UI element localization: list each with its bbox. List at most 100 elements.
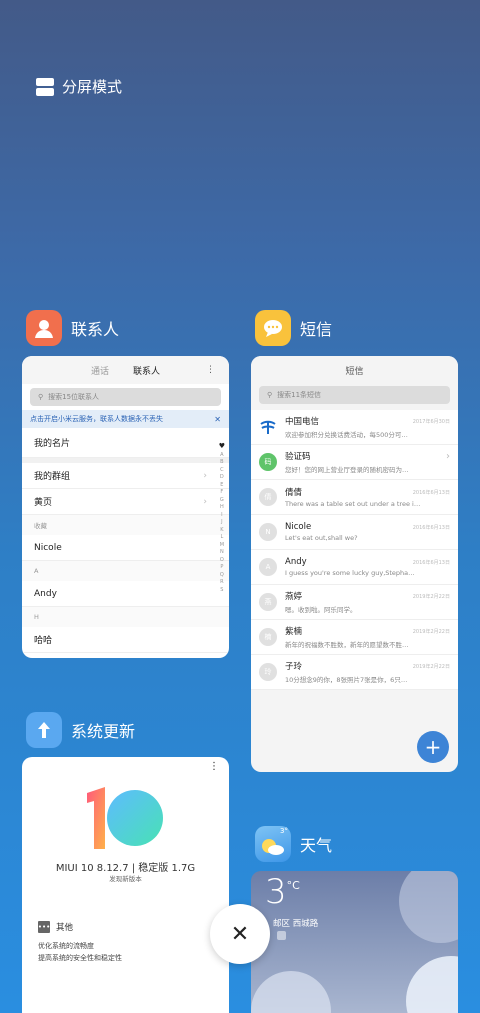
- messages-search-input[interactable]: ⚲ 搜索11条短信: [259, 386, 450, 404]
- contact-row[interactable]: 哈哈: [22, 627, 229, 653]
- weather-app-header[interactable]: 3° 天气: [255, 826, 332, 862]
- close-icon: ✕: [230, 921, 250, 947]
- alphabet-index-letter[interactable]: L: [219, 534, 225, 540]
- more-icon[interactable]: ⋮: [206, 365, 215, 375]
- update-arrow-icon: [26, 712, 62, 748]
- avatar: 玲: [259, 663, 277, 681]
- alphabet-index-letter[interactable]: F: [219, 489, 225, 495]
- tab-contacts[interactable]: 联系人: [133, 364, 160, 377]
- message-date: 2019年2月22日: [412, 628, 450, 635]
- section-favorites: 收藏: [22, 515, 229, 535]
- search-icon: ⚲: [38, 393, 44, 401]
- messages-app-header[interactable]: 短信: [255, 310, 332, 346]
- alphabet-index-letter[interactable]: D: [219, 474, 225, 480]
- message-preview: 嗯。收到啦。阿乐同学。: [285, 606, 357, 614]
- message-date: 2016年6月13日: [412, 524, 450, 531]
- split-screen-button[interactable]: 分屏模式: [36, 76, 122, 97]
- message-sender: 紫楠: [285, 627, 303, 637]
- message-sender: Nicole: [285, 522, 312, 532]
- split-screen-icon: [36, 77, 54, 96]
- alphabet-index-letter[interactable]: J: [219, 519, 225, 525]
- message-row[interactable]: N Nicole 2016年6月13日 Let's eat out,shall we?: [251, 515, 458, 550]
- contact-row[interactable]: Andy: [22, 581, 229, 607]
- message-sender: 燕婷: [285, 592, 303, 602]
- my-groups-row[interactable]: 我的群组 ›: [22, 463, 229, 489]
- section-a: A: [22, 561, 229, 581]
- alphabet-index[interactable]: ♥ A B C D E F G H I J K L M N O P Q R S: [219, 442, 225, 593]
- message-sender: 中国电信: [285, 417, 320, 427]
- new-message-button[interactable]: +: [417, 731, 449, 763]
- list-icon: •••: [37, 921, 51, 933]
- alphabet-index-letter[interactable]: E: [219, 482, 225, 488]
- message-list: 中国电信 2017年6月30日 欢迎参加积分兑换话费活动，每500分可… 码验证码 › 您…: [251, 410, 458, 690]
- location-label: 邮区 西城路: [273, 919, 319, 929]
- tab-calls[interactable]: 通话: [91, 364, 109, 377]
- message-preview: 10分想念9的你，8张照片7张是你，6只…: [285, 676, 408, 684]
- alphabet-index-letter[interactable]: Q: [219, 572, 225, 578]
- contacts-card[interactable]: 通话 联系人 ⋮ ⚲ 搜索15位联系人 点击开启小米云服务，联系人数据永不丢失 …: [22, 356, 229, 658]
- message-row[interactable]: 玲子玲 2019年2月22日 10分想念9的你，8张照片7张是你，6只…: [251, 655, 458, 690]
- message-preview: 新年的祝福数不胜数，新年的愿望数不胜…: [285, 641, 409, 649]
- message-date: 2017年6月30日: [412, 418, 450, 425]
- contact-row[interactable]: Nicole: [22, 535, 229, 561]
- contacts-app-name: 联系人: [71, 320, 120, 339]
- alphabet-index-letter[interactable]: O: [219, 557, 225, 563]
- weather-icon: 3°: [255, 826, 291, 862]
- avatar: 楠: [259, 628, 277, 646]
- contacts-search-input[interactable]: ⚲ 搜索15位联系人: [30, 388, 221, 406]
- miui10-logo: [87, 787, 163, 849]
- message-date: 2016年6月13日: [412, 559, 450, 566]
- alphabet-index-letter[interactable]: H: [219, 504, 225, 510]
- avatar: N: [259, 523, 277, 541]
- yellow-pages-row[interactable]: 黄页 ›: [22, 489, 229, 515]
- version-text: MIUI 10 8.12.7 | 稳定版 1.7G: [55, 863, 196, 874]
- section-h: H: [22, 607, 229, 627]
- message-date: 2019年2月22日: [412, 663, 450, 670]
- message-row[interactable]: 燕燕婷 2019年2月22日 嗯。收到啦。阿乐同学。: [251, 585, 458, 620]
- alphabet-index-letter[interactable]: A: [219, 452, 225, 458]
- changelog-section-header: ••• 其他: [37, 921, 74, 933]
- split-screen-label: 分屏模式: [62, 78, 123, 96]
- location-edit-icon[interactable]: [277, 931, 286, 940]
- more-icon[interactable]: ⋮: [209, 761, 219, 772]
- message-row[interactable]: 倩倩倩 2016年6月13日 There was a table set out u…: [251, 480, 458, 515]
- chevron-right-icon: ›: [203, 470, 207, 481]
- messages-card[interactable]: 短信 ⚲ 搜索11条短信 中国电信 2017年6月30日 欢迎参加积分兑换话费活动，…: [251, 356, 458, 772]
- alphabet-index-letter[interactable]: ♥: [219, 442, 225, 450]
- alphabet-index-letter[interactable]: K: [219, 527, 225, 533]
- message-row[interactable]: 楠紫楠 2019年2月22日 新年的祝福数不胜数，新年的愿望数不胜…: [251, 620, 458, 655]
- close-all-button[interactable]: ✕: [210, 904, 270, 964]
- alphabet-index-letter[interactable]: B: [219, 459, 225, 465]
- new-version-label: 发现新版本: [109, 875, 142, 883]
- message-row[interactable]: 中国电信 2017年6月30日 欢迎参加积分兑换话费活动，每500分可…: [251, 410, 458, 445]
- alphabet-index-letter[interactable]: S: [219, 587, 225, 593]
- updater-app-header[interactable]: 系统更新: [26, 712, 135, 748]
- chevron-right-icon: ›: [203, 496, 207, 507]
- message-preview: 欢迎参加积分兑换话费活动，每500分可…: [285, 431, 408, 439]
- weather-card[interactable]: 3 °C 邮区 西城路: [251, 871, 458, 1013]
- alphabet-index-letter[interactable]: N: [219, 549, 225, 555]
- message-sender: 子玲: [285, 662, 303, 672]
- close-notice-icon[interactable]: ✕: [214, 415, 221, 424]
- updater-app-name: 系统更新: [71, 722, 136, 741]
- weather-app-name: 天气: [300, 836, 333, 855]
- avatar: A: [259, 558, 277, 576]
- my-card-row[interactable]: 我的名片: [22, 428, 229, 458]
- message-row[interactable]: A Andy 2016年6月13日 I guess you're some lucky…: [251, 550, 458, 585]
- contacts-app-header[interactable]: 联系人: [26, 310, 119, 346]
- chevron-right-icon: ›: [446, 450, 450, 462]
- alphabet-index-letter[interactable]: P: [219, 564, 225, 570]
- avatar: 燕: [259, 593, 277, 611]
- temperature: 3 °C: [265, 872, 300, 912]
- message-row[interactable]: 码验证码 › 您好！您的网上营业厅登录的随机密码为…: [251, 445, 458, 480]
- message-sender: 倩倩: [285, 488, 303, 498]
- alphabet-index-letter[interactable]: I: [219, 512, 225, 518]
- alphabet-index-letter[interactable]: M: [219, 542, 225, 548]
- alphabet-index-letter[interactable]: G: [219, 497, 225, 503]
- alphabet-index-letter[interactable]: C: [219, 467, 225, 473]
- alphabet-index-letter[interactable]: R: [219, 579, 225, 585]
- avatar: 码: [259, 453, 277, 471]
- messages-title: 短信: [345, 366, 364, 377]
- updater-card[interactable]: ⋮ MIUI 10 8.12.7 | 稳定版 1.7G 发现新版本 ••• 其他…: [22, 757, 229, 1013]
- cloud-notice[interactable]: 点击开启小米云服务，联系人数据永不丢失 ✕: [22, 410, 229, 428]
